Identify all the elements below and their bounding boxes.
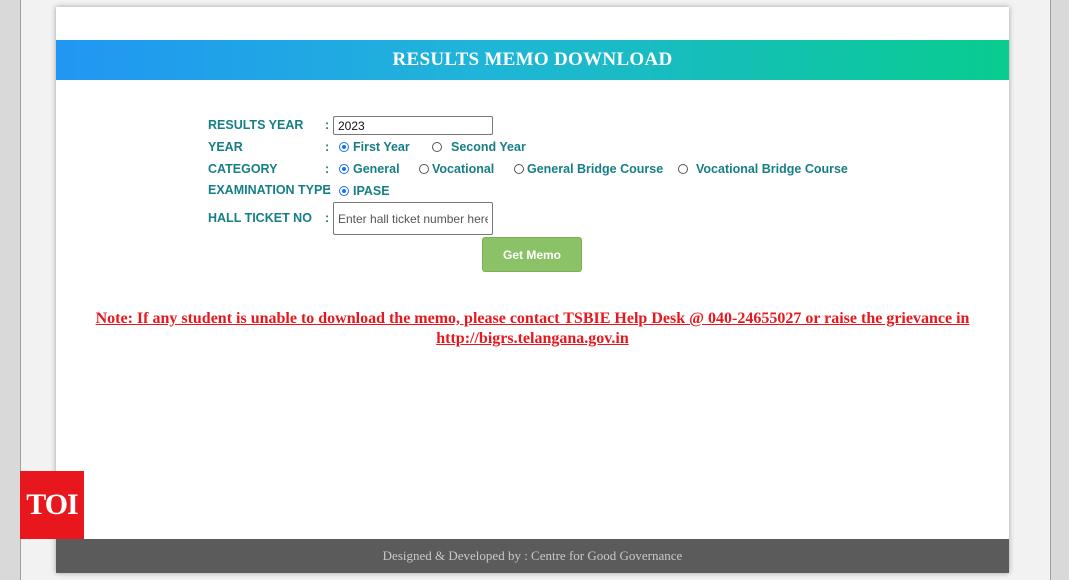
- year-option-label: First Year: [353, 140, 410, 154]
- category-label: CATEGORY: [208, 162, 278, 176]
- get-memo-button[interactable]: Get Memo: [482, 237, 582, 272]
- year-option-first[interactable]: First Year: [339, 140, 410, 154]
- results-year-colon: :: [325, 118, 330, 132]
- radio-checked-icon[interactable]: [339, 142, 349, 152]
- radio-checked-icon[interactable]: [339, 186, 349, 196]
- backdrop-left: [0, 0, 21, 580]
- category-option-label: Vocational: [432, 162, 495, 176]
- radio-unchecked-icon[interactable]: [678, 164, 688, 174]
- examination-type-option-ipase[interactable]: IPASE: [339, 184, 390, 198]
- results-year-label: RESULTS YEAR: [208, 118, 304, 132]
- category-option-label: Vocational Bridge Course: [696, 162, 848, 176]
- toi-logo: TOI: [20, 471, 84, 539]
- year-option-label: Second Year: [451, 140, 526, 154]
- examination-type-colon: :: [327, 183, 332, 197]
- category-option-general-bridge[interactable]: General Bridge Course: [514, 162, 663, 176]
- category-colon: :: [325, 162, 330, 176]
- help-note-text: Note: If any student is unable to downlo…: [95, 310, 970, 327]
- radio-unchecked-icon[interactable]: [514, 164, 524, 174]
- radio-unchecked-icon[interactable]: [432, 142, 442, 152]
- category-option-label: General: [353, 162, 400, 176]
- examination-type-label: EXAMINATION TYPE: [208, 183, 331, 197]
- hall-ticket-label: HALL TICKET NO: [208, 211, 312, 225]
- page-title: RESULTS MEMO DOWNLOAD: [56, 40, 1009, 80]
- results-card: RESULTS MEMO DOWNLOAD RESULTS YEAR : YEA…: [56, 7, 1009, 573]
- category-option-label: General Bridge Course: [527, 162, 664, 176]
- backdrop-right: [1048, 0, 1069, 580]
- results-year-input[interactable]: [333, 116, 493, 135]
- year-option-second[interactable]: Second Year: [432, 140, 526, 154]
- hall-ticket-colon: :: [325, 211, 330, 225]
- radio-unchecked-icon[interactable]: [419, 164, 429, 174]
- examination-type-option-label: IPASE: [353, 184, 390, 198]
- category-option-vocational-bridge[interactable]: Vocational Bridge Course: [678, 162, 848, 176]
- hall-ticket-input[interactable]: [333, 202, 493, 235]
- year-label: YEAR: [208, 140, 243, 154]
- year-colon: :: [325, 140, 330, 154]
- help-note: Note: If any student is unable to downlo…: [66, 309, 999, 349]
- category-option-general[interactable]: General: [339, 162, 400, 176]
- footer: Designed & Developed by : Centre for Goo…: [56, 539, 1009, 573]
- radio-checked-icon[interactable]: [339, 164, 349, 174]
- category-option-vocational[interactable]: Vocational: [419, 162, 494, 176]
- grievance-link[interactable]: http://bigrs.telangana.gov.in: [66, 329, 999, 349]
